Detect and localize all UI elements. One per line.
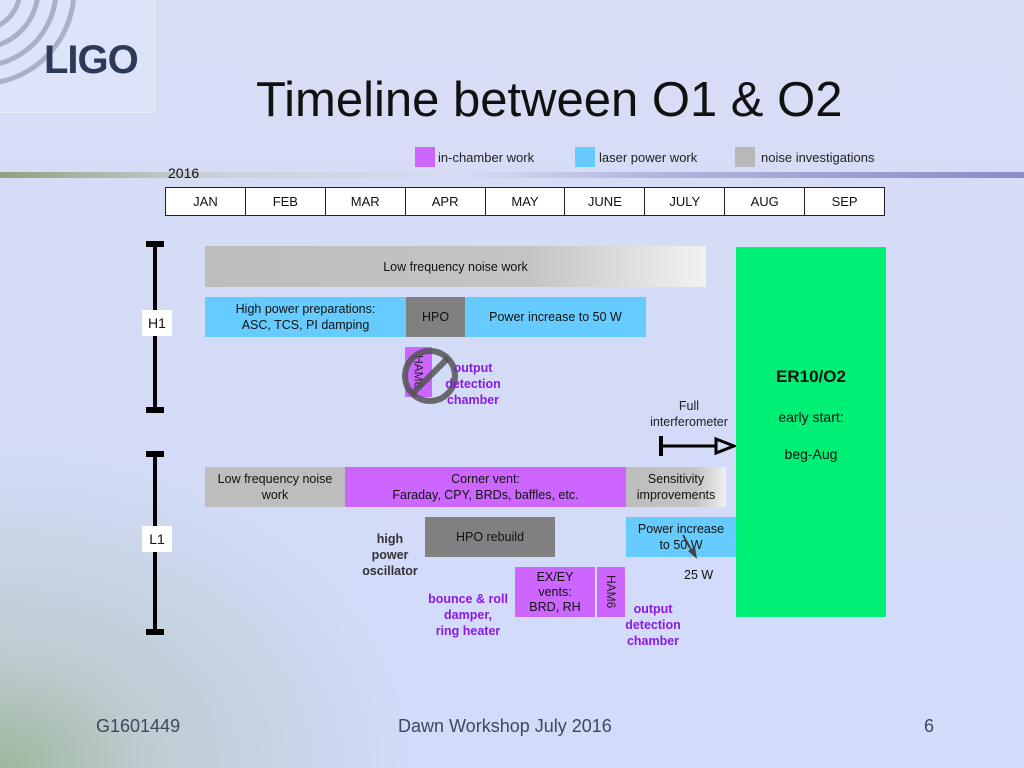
er10-o2-block: ER10/O2 early start: beg-Aug (736, 247, 886, 617)
note-line: detection (625, 618, 681, 632)
bar-label: HAM6 (604, 575, 618, 609)
bar-label: HPO (421, 310, 450, 324)
note-line: ring heater (435, 624, 501, 638)
month-cell: APR (406, 188, 486, 215)
ligo-logo: LIGO (0, 0, 155, 113)
arrow-down-icon (682, 534, 697, 559)
legend-label: noise investigations (761, 149, 875, 165)
bar-label: Faraday, CPY, BRDs, baffles, etc. (392, 488, 579, 502)
bar-label: Low frequency noise (217, 472, 333, 486)
footer-page-number: 6 (924, 716, 935, 736)
bar-label: BRD, RH (529, 599, 581, 614)
legend-swatch (575, 147, 595, 167)
month-cell: JUNE (565, 188, 646, 215)
l1-exey-vents-bar: EX/EY vents: BRD, RH (515, 567, 595, 617)
note-line: damper, (444, 608, 492, 622)
note-line: detection (445, 377, 501, 391)
note-line: bounce & roll (428, 592, 508, 606)
note-line: chamber (626, 634, 680, 648)
l1-corner-vent-bar: Corner vent: Faraday, CPY, BRDs, baffles… (345, 467, 626, 507)
h1-hpo-bar: HPO (406, 297, 465, 337)
legend-item-laser-power: laser power work (575, 147, 697, 167)
er10-title: ER10/O2 (776, 367, 846, 386)
month-header: JAN FEB MAR APR MAY JUNE JULY AUG SEP (165, 187, 885, 216)
bar-label: Sensitivity (647, 472, 705, 486)
bar-label: ASC, TCS, PI damping (241, 318, 370, 332)
note-line: oscillator (362, 564, 418, 578)
h1-odc-note: output detection chamber (438, 360, 508, 408)
h1-power-increase-bar: Power increase to 50 W (465, 297, 646, 337)
note-line: power (371, 548, 409, 562)
l1-lf-noise-bar: Low frequency noise work (205, 467, 345, 507)
bar-label: Low frequency noise work (383, 259, 528, 274)
legend-item-in-chamber: in-chamber work (415, 147, 534, 167)
arrow-right-icon (659, 436, 738, 456)
header-rule (0, 172, 1024, 178)
legend-label: laser power work (599, 149, 698, 165)
h1-lf-noise-bar: Low frequency noise work (205, 246, 706, 287)
l1-odc-note: output detection chamber (618, 601, 688, 649)
bar-label: EX/EY (536, 569, 574, 584)
slide-title: Timeline between O1 & O2 (256, 73, 843, 127)
bar-label: High power preparations: (235, 302, 376, 316)
legend-swatch (415, 147, 435, 167)
legend-item-noise: noise investigations (735, 147, 874, 167)
site-label-l1: L1 (142, 526, 172, 552)
label-line: interferometer (650, 415, 728, 429)
note-line: output (633, 602, 673, 616)
bar-label: Power increase to 50 W (489, 310, 622, 324)
legend-swatch (735, 147, 755, 167)
footer-doc-id: G1601449 (96, 716, 181, 736)
er10-date: beg-Aug (784, 446, 838, 462)
h1-hp-prep-bar: High power preparations: ASC, TCS, PI da… (205, 297, 406, 337)
full-ifo-label: Full interferometer (640, 398, 738, 430)
bar-label: Corner vent: (451, 472, 520, 486)
l1-hpo-rebuild-bar: HPO rebuild (425, 517, 555, 557)
bar-label: vents: (538, 584, 572, 599)
bar-label: HPO rebuild (455, 530, 525, 544)
month-cell: AUG (725, 188, 806, 215)
label-line: Full (678, 399, 700, 413)
month-cell: JULY (645, 188, 726, 215)
month-cell: JAN (166, 188, 246, 215)
year-label: 2016 (168, 165, 200, 181)
er10-subtitle: early start: (778, 409, 844, 425)
month-cell: FEB (246, 188, 326, 215)
note-line: high (376, 532, 404, 546)
footer-event: Dawn Workshop July 2016 (398, 716, 612, 736)
l1-hpo-note: high power oscillator (356, 531, 424, 579)
month-cell: SEP (831, 194, 858, 209)
month-cell: MAR (326, 188, 406, 215)
bar-label: work (261, 488, 289, 502)
bar-label: improvements (636, 488, 716, 502)
legend-label: in-chamber work (438, 149, 535, 165)
site-label-h1: H1 (142, 310, 172, 336)
note-line: chamber (446, 393, 500, 407)
l1-bounce-note: bounce & roll damper, ring heater (420, 591, 516, 639)
month-cell: MAY (486, 188, 566, 215)
logo-text: LIGO (44, 38, 139, 82)
l1-sensitivity-bar: Sensitivity improvements (626, 467, 726, 507)
l1-power-25w: 25 W (684, 568, 714, 582)
note-line: output (453, 361, 493, 375)
